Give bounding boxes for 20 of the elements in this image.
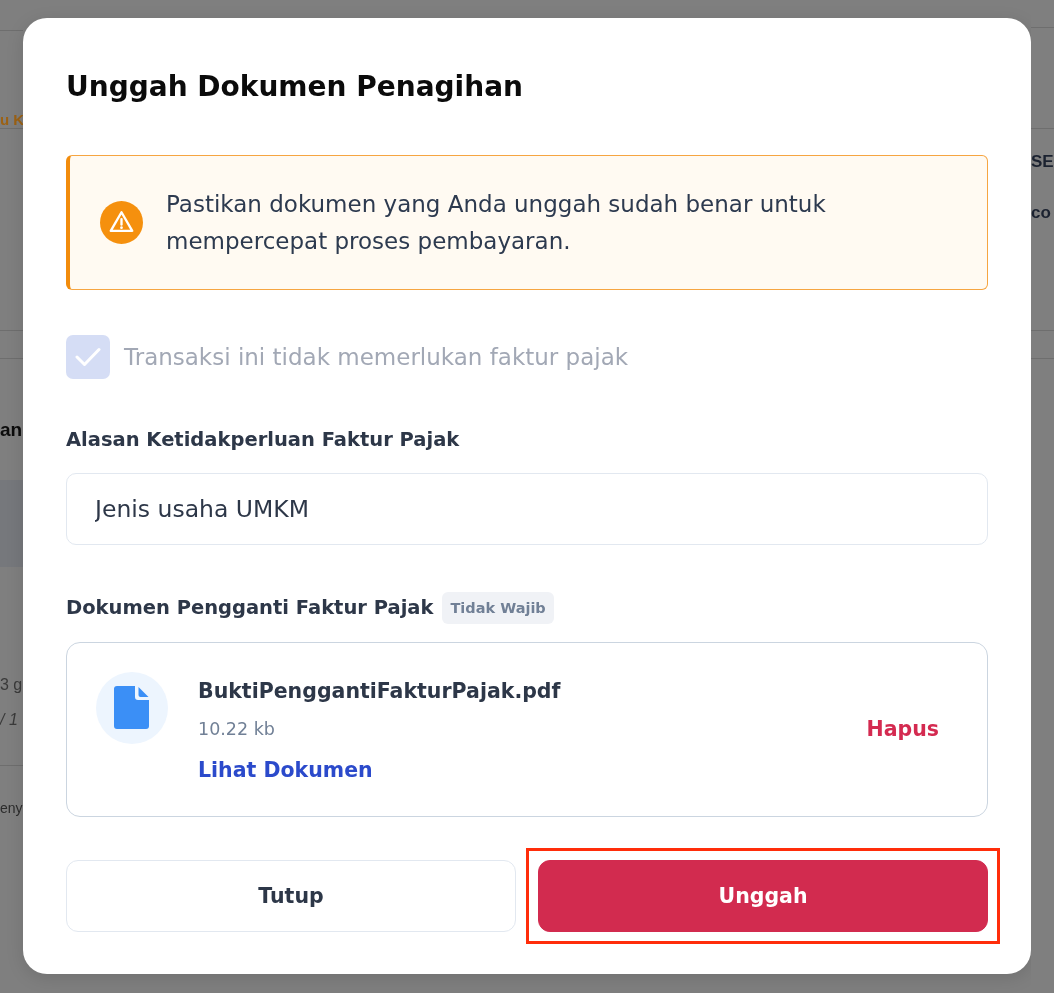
dialog-title: Unggah Dokumen Penagihan: [66, 69, 524, 105]
background-label: SE: [1031, 151, 1054, 173]
close-button[interactable]: Tutup: [66, 860, 516, 932]
warning-icon: [100, 201, 143, 244]
field-label: Alasan Ketidakperluan Faktur Pajak: [66, 427, 461, 453]
remove-link[interactable]: Hapus: [866, 714, 939, 744]
file-icon: [96, 672, 168, 744]
file-name: BuktiPenggantiFakturPajak.pdf: [198, 678, 561, 705]
optional-badge: Tidak Wajib: [442, 592, 554, 624]
background-text: 3 g: [0, 675, 23, 695]
checkbox-label: Transaksi ini tidak memerlukan faktur pajak: [124, 343, 629, 372]
upload-button[interactable]: Unggah: [538, 860, 988, 932]
background-label: co: [1031, 202, 1051, 224]
check-icon: [75, 347, 101, 367]
alert-text: Pastikan dokumen yang Anda unggah sudah benar untuk mempercepat proses pembayaran.: [166, 189, 827, 256]
file-size: 10.22 kb: [198, 718, 275, 741]
background-heading: an: [0, 418, 23, 442]
background-text: eny: [0, 799, 23, 818]
field-label: Dokumen Pengganti Faktur Pajak: [66, 595, 434, 621]
view-document-link[interactable]: Lihat Dokumen: [198, 755, 373, 785]
